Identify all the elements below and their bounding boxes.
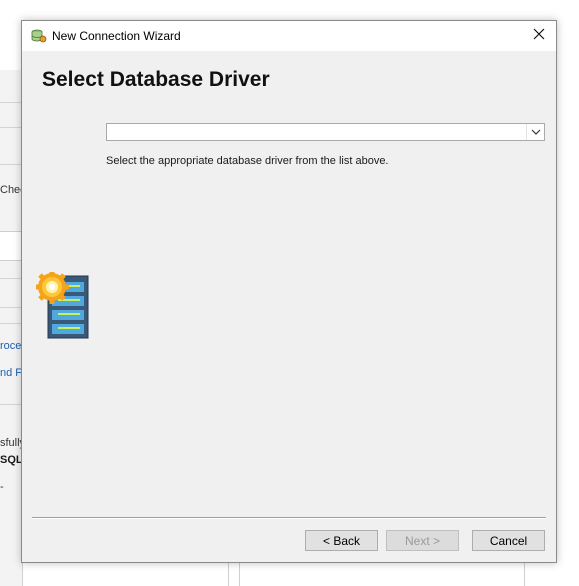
next-button[interactable]: Next > bbox=[386, 530, 459, 551]
background-divider bbox=[0, 404, 22, 405]
chevron-down-icon[interactable] bbox=[526, 124, 544, 140]
background-divider bbox=[524, 562, 525, 586]
background-divider bbox=[0, 102, 22, 103]
background-divider bbox=[0, 127, 22, 128]
footer-separator bbox=[32, 517, 546, 519]
title-bar[interactable]: New Connection Wizard bbox=[22, 21, 556, 51]
driver-hint-text: Select the appropriate database driver f… bbox=[106, 155, 389, 167]
background-link-fragment[interactable]: roce bbox=[0, 340, 22, 352]
database-server-gear-icon bbox=[35, 270, 92, 342]
page-title: Select Database Driver bbox=[42, 68, 270, 91]
background-bottom-panel bbox=[228, 562, 529, 586]
background-text-fragment: Chec bbox=[0, 184, 22, 196]
background-link-fragment[interactable]: nd Fi bbox=[0, 367, 22, 379]
background-right-edge bbox=[556, 0, 579, 586]
background-text-fragment: sfully bbox=[0, 437, 22, 449]
database-driver-dropdown[interactable] bbox=[106, 123, 545, 141]
close-icon bbox=[533, 27, 545, 45]
background-text-fragment: SQL bbox=[0, 454, 22, 466]
background-left-panel bbox=[0, 70, 23, 586]
background-divider bbox=[0, 164, 22, 165]
database-wizard-icon bbox=[31, 28, 47, 44]
cancel-button[interactable]: Cancel bbox=[472, 530, 545, 551]
background-divider bbox=[0, 323, 22, 324]
back-button[interactable]: < Back bbox=[305, 530, 378, 551]
window-title: New Connection Wizard bbox=[52, 29, 181, 43]
background-text-fragment: - bbox=[0, 481, 4, 493]
background-divider bbox=[0, 278, 22, 279]
background-input-band bbox=[0, 231, 22, 261]
background-divider bbox=[0, 307, 22, 308]
new-connection-wizard-dialog: New Connection Wizard Select Database Dr… bbox=[21, 20, 557, 563]
close-button[interactable] bbox=[522, 21, 556, 51]
